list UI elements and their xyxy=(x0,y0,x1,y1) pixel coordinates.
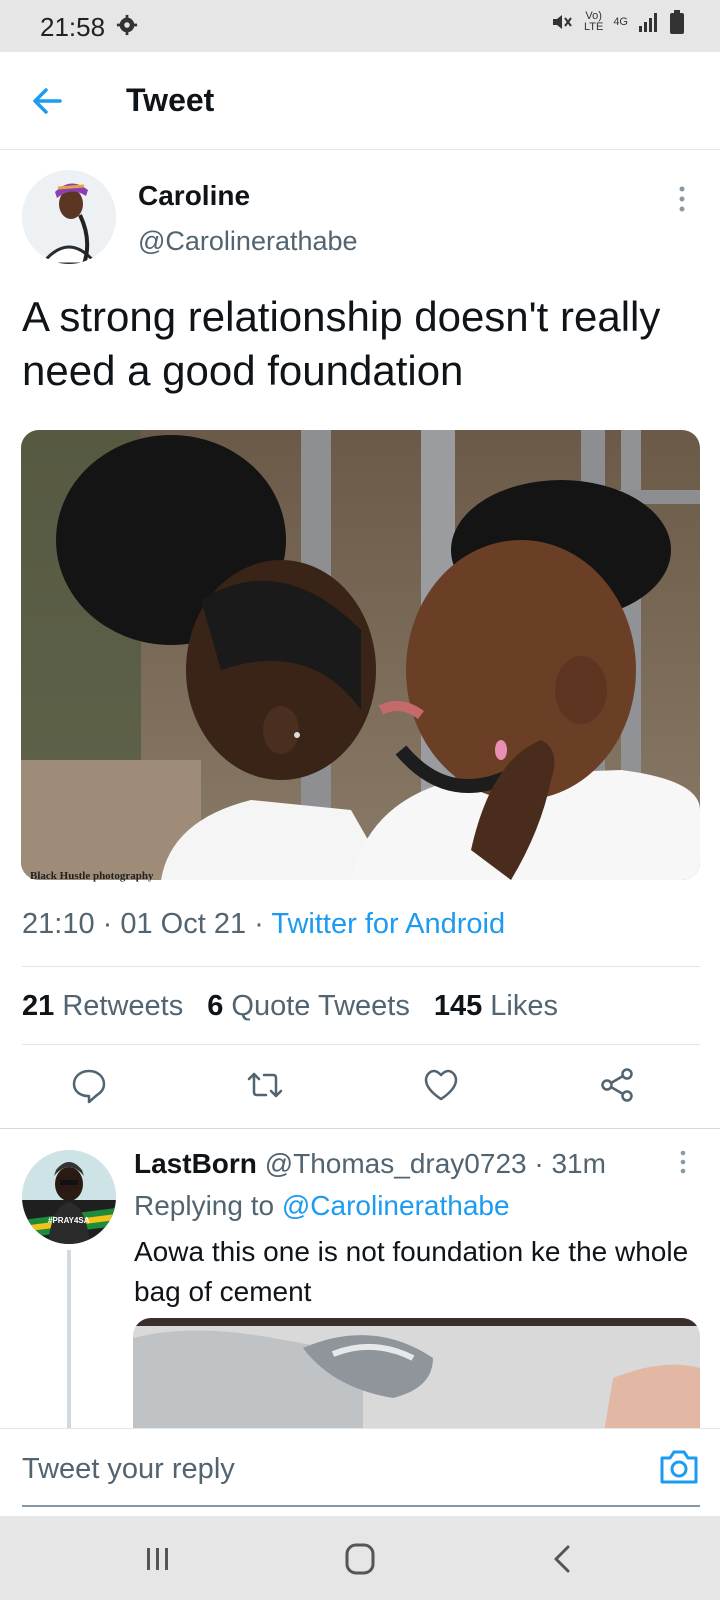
quotes-count: 6 xyxy=(207,990,224,1022)
likes-label: Likes xyxy=(490,990,558,1022)
home-icon[interactable] xyxy=(340,1542,380,1576)
retweets-label: Retweets xyxy=(62,990,184,1022)
photo-credit-text: Black Hustle photography xyxy=(30,870,154,882)
tweet-photo[interactable] xyxy=(21,430,700,880)
likes-count: 145 xyxy=(433,990,483,1022)
thread-line xyxy=(67,1250,71,1430)
recent-apps-icon[interactable] xyxy=(138,1542,178,1576)
author-avatar-image xyxy=(22,170,116,264)
reply-header: LastBorn @Thomas_dray0723 · 31m xyxy=(134,1148,606,1180)
composer-underline xyxy=(22,1505,700,1507)
tweet-time: 21:10 xyxy=(22,908,95,940)
author-handle[interactable]: @Carolinerathabe xyxy=(138,226,358,257)
retweet-icon[interactable] xyxy=(246,1066,284,1104)
reply-more-options-icon[interactable] xyxy=(678,1150,688,1174)
tweet-source-link[interactable]: Twitter for Android xyxy=(271,908,505,940)
meta-dot-2: · xyxy=(246,908,272,940)
back-arrow-icon[interactable] xyxy=(30,84,64,118)
section-divider xyxy=(0,1128,720,1129)
divider xyxy=(22,966,700,967)
battery-icon xyxy=(670,10,684,34)
reply-icon[interactable] xyxy=(70,1066,108,1104)
top-app-bar: Tweet xyxy=(0,52,720,150)
quotes-stat[interactable]: 6 Quote Tweets xyxy=(207,990,410,1023)
reply-author-handle[interactable]: @Thomas_dray0723 xyxy=(265,1148,527,1179)
volte-label: Vo) LTE xyxy=(583,10,604,33)
reply-avatar-badge: #PRAY4SA xyxy=(48,1216,90,1225)
reply-dot: · xyxy=(526,1148,552,1179)
status-bar: 21:58 Vo) LTE 4G xyxy=(0,0,720,52)
mute-icon xyxy=(552,15,572,29)
replying-prefix: Replying to xyxy=(134,1190,275,1221)
camera-icon[interactable] xyxy=(658,1447,700,1487)
cement-bag-image xyxy=(133,1318,700,1438)
reply-avatar-image xyxy=(22,1150,116,1244)
replying-to-mention[interactable]: @Carolinerathabe xyxy=(282,1190,510,1221)
share-icon[interactable] xyxy=(598,1066,636,1104)
reply-time: 31m xyxy=(551,1148,606,1179)
likes-stat[interactable]: 145 Likes xyxy=(434,990,558,1023)
page-title: Tweet xyxy=(126,82,215,118)
reply-composer xyxy=(0,1428,720,1516)
reply-author-name[interactable]: LastBorn xyxy=(134,1148,257,1179)
author-avatar[interactable] xyxy=(22,170,116,264)
system-nav-bar xyxy=(0,1516,720,1600)
reply-text: Aowa this one is not foundation ke the w… xyxy=(134,1236,689,1307)
meta-dot: · xyxy=(94,908,121,940)
retweets-stat[interactable]: 21 Retweets xyxy=(22,990,183,1023)
retweets-count: 21 xyxy=(22,990,55,1022)
signal-icon xyxy=(639,13,657,32)
reply-photo[interactable] xyxy=(133,1318,700,1438)
reply-input[interactable] xyxy=(22,1453,622,1486)
reply-author-avatar[interactable]: #PRAY4SA xyxy=(22,1150,116,1244)
settings-gear-icon xyxy=(116,14,138,36)
network-label: 4G xyxy=(613,15,628,28)
like-heart-icon[interactable] xyxy=(422,1066,460,1104)
tweet-text: A strong relationship doesn't really nee… xyxy=(22,293,661,394)
tweet-stats: 21 Retweets 6 Quote Tweets 145 Likes xyxy=(22,990,558,1023)
back-nav-icon[interactable] xyxy=(544,1542,584,1576)
couple-photo-image xyxy=(21,430,700,880)
status-time: 21:58 xyxy=(40,12,106,42)
tweet-timestamp: 21:10 · 01 Oct 21 · Twitter for Android xyxy=(22,908,505,941)
author-name[interactable]: Caroline xyxy=(138,180,250,212)
replying-to: Replying to @Carolinerathabe xyxy=(134,1190,510,1222)
divider xyxy=(22,1044,700,1045)
more-options-icon[interactable] xyxy=(676,186,688,212)
tweet-date: 01 Oct 21 xyxy=(120,908,247,940)
quotes-label: Quote Tweets xyxy=(231,990,410,1022)
